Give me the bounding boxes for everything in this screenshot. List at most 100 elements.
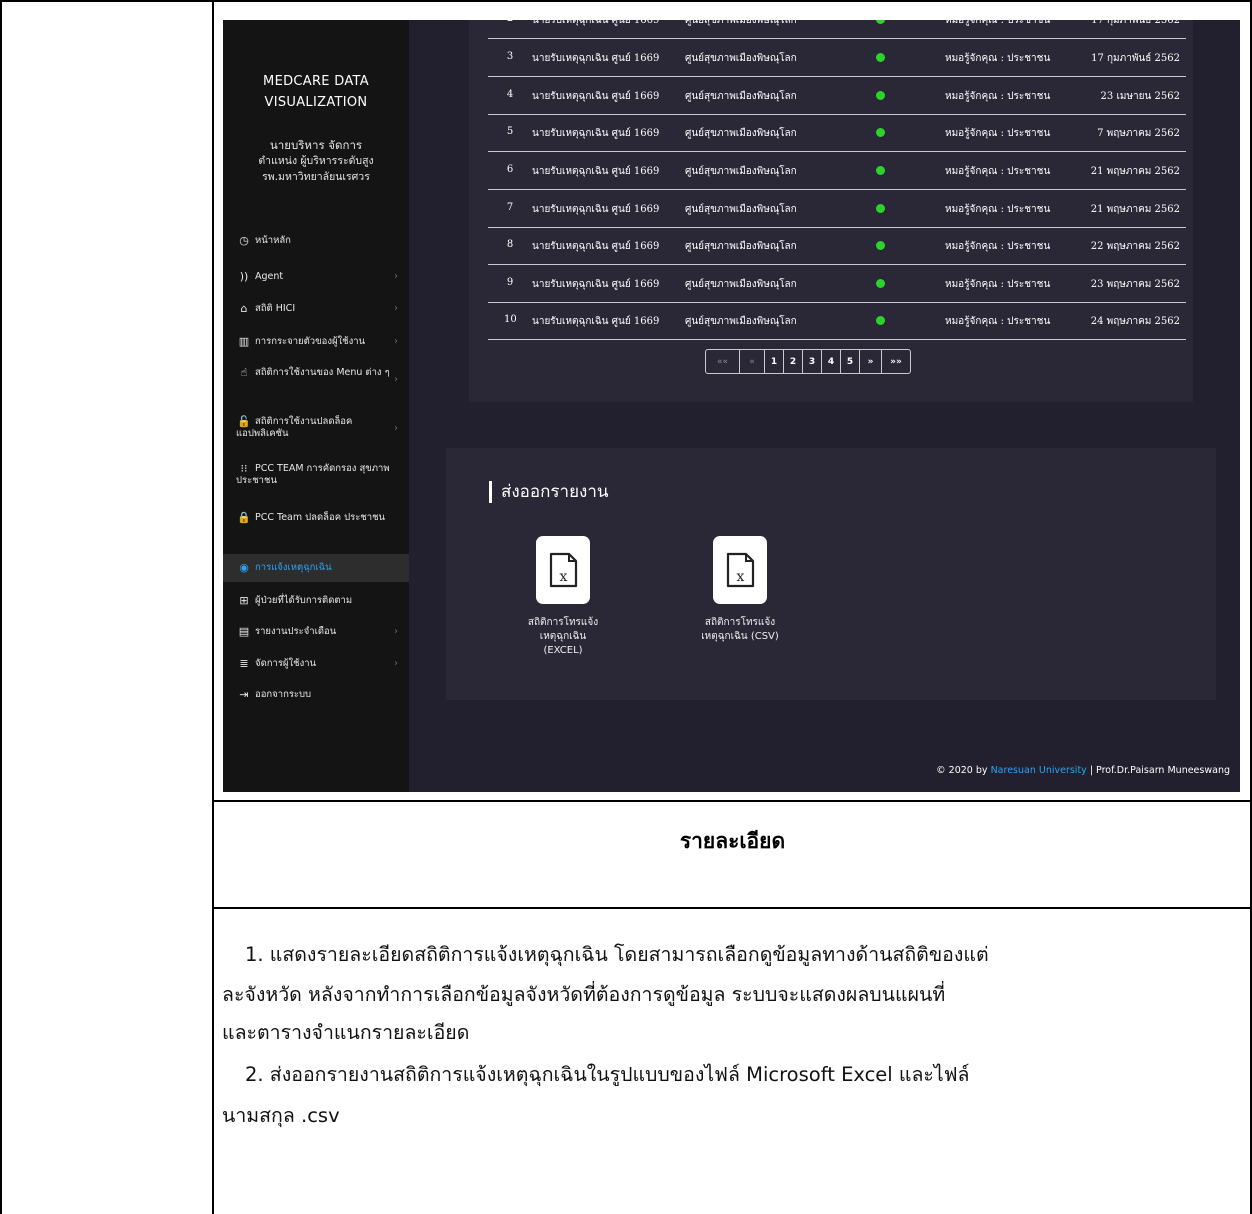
cell-date: 23 เมษายน 2562: [1100, 91, 1180, 102]
cell-date: 7 พฤษภาคม 2562: [1097, 128, 1180, 139]
pagination-first-button[interactable]: ««: [706, 350, 740, 373]
footer-suffix: | Prof.Dr.Paisarn Muneeswang: [1089, 765, 1230, 776]
sidebar-item-home[interactable]: ◷ หน้าหลัก: [223, 235, 409, 251]
chevron-right-icon: ›: [394, 303, 398, 314]
status-dot: [876, 128, 885, 137]
sidebar-item-label: รายงานประจำเดือน: [255, 626, 337, 637]
cell-hospital: ศูนย์สุขภาพเมืองพิษณุโลก: [685, 53, 797, 64]
export-panel: ส่งออกรายงาน x สถิติการโทรแจ้ง เหตุฉุกเฉ…: [446, 448, 1216, 700]
status-dot: [876, 166, 885, 175]
table-row: 7 นายรับเหตุฉุกเฉิน ศูนย์ 1669 ศูนย์สุขภ…: [488, 190, 1186, 228]
sidebar-item-pcc-unlock[interactable]: 🔒 PCC Team ปลดล็อค ประชาชน: [223, 512, 409, 540]
cell-hospital: ศูนย์สุขภาพเมืองพิษณุโลก: [685, 204, 797, 215]
table-row: 10 นายรับเหตุฉุกเฉิน ศูนย์ 1669 ศูนย์สุข…: [488, 302, 1186, 340]
sidebar-item-hici[interactable]: ⌂ สถิติ HICI ›: [223, 303, 409, 319]
status-dot: [876, 279, 885, 288]
table-border-row1: [212, 800, 1252, 802]
cell-no: 7: [506, 202, 514, 213]
sidebar-item-monthly-report[interactable]: ▤ รายงานประจำเดือน ›: [223, 626, 409, 642]
cell-hospital: ศูนย์สุขภาพเมืองพิษณุโลก: [685, 91, 797, 102]
sidebar-item-agent[interactable]: )) Agent ›: [223, 271, 409, 287]
export-excel-line-1: สถิติการโทรแจ้ง: [527, 617, 599, 628]
status-dot: [876, 241, 885, 250]
sidebar-item-label: การแจ้งเหตุฉุกเฉิน: [255, 562, 332, 573]
sidebar-item-label: PCC TEAM การคัดกรอง สุขภาพประชาชน: [236, 463, 390, 486]
brand-logo-text: MEDCARE DATA VISUALIZATION: [223, 71, 409, 113]
pagination-page-button[interactable]: 5: [841, 350, 860, 373]
footer-university-link[interactable]: Naresuan University: [991, 765, 1087, 776]
cell-operator: นายรับเหตุฉุกเฉิน ศูนย์ 1669: [532, 53, 660, 64]
cell-hospital: ศูนย์สุขภาพเมืองพิษณุโลก: [685, 316, 797, 327]
table-row: 5 นายรับเหตุฉุกเฉิน ศูนย์ 1669 ศูนย์สุขภ…: [488, 114, 1186, 152]
sidebar-item-emergency[interactable]: ◉ การแจ้งเหตุฉุกเฉิน: [223, 554, 409, 582]
cell-hospital: ศูนย์สุขภาพเมืองพิษณุโลก: [685, 241, 797, 252]
sidebar-item-pcc-screening[interactable]: ⁝⁝ PCC TEAM การคัดกรอง สุขภาพประชาชน: [223, 463, 409, 491]
cell-hospital: ศูนย์สุขภาพเมืองพิษณุโลก: [685, 166, 797, 177]
chevron-right-icon: ›: [394, 658, 398, 669]
cell-reference: หมอรู้จักคุณ : ประชาชน: [945, 316, 1051, 327]
sidebar-item-menu-stats[interactable]: ☝ สถิติการใช้งานของ Menu ต่าง ๆ ›: [223, 367, 409, 395]
export-excel-line-3: (EXCEL): [543, 645, 583, 656]
sidebar-item-label: สถิติ HICI: [255, 303, 296, 314]
sidebar-item-label: Agent: [255, 271, 284, 282]
brand-line-1: MEDCARE DATA: [263, 74, 369, 89]
dashboard-icon: ◷: [239, 234, 249, 247]
cell-hospital: ศูนย์สุขภาพเมืองพิษณุโลก: [685, 128, 797, 139]
sidebar-item-user-management[interactable]: ≣ จัดการผู้ใช้งาน ›: [223, 658, 409, 674]
sidebar-item-label: PCC Team ปลดล็อค ประชาชน: [255, 512, 386, 523]
pagination: «« « 1 2 3 4 5 » »»: [705, 349, 911, 374]
chevron-right-icon: ›: [394, 626, 398, 637]
cell-reference: หมอรู้จักคุณ : ประชาชน: [945, 53, 1051, 64]
table-row: 6 นายรับเหตุฉุกเฉิน ศูนย์ 1669 ศูนย์สุขภ…: [488, 152, 1186, 190]
cell-hospital: ศูนย์สุขภาพเมืองพิษณุโลก: [685, 279, 797, 290]
pagination-next-button[interactable]: »: [860, 350, 882, 373]
table-row: 9 นายรับเหตุฉุกเฉิน ศูนย์ 1669 ศูนย์สุขภ…: [488, 265, 1186, 303]
sign-out-icon: ⇥: [239, 688, 249, 701]
pagination-page-button[interactable]: 4: [822, 350, 841, 373]
sidebar-item-followed-patients[interactable]: ⊞ ผู้ป่วยที่ได้รับการติดตาม: [223, 595, 409, 611]
brand-line-2: VISUALIZATION: [264, 95, 368, 110]
pagination-last-button[interactable]: »»: [882, 350, 910, 373]
detail-line-4: 2. ส่งออกรายงานสถิติการแจ้งเหตุฉุกเฉินใน…: [245, 1063, 970, 1086]
table-row: 2 นายรับเหตุฉุกเฉิน ศูนย์ 1669 ศูนย์สุขภ…: [488, 20, 1186, 39]
table-border-top: [0, 0, 1252, 2]
home-icon: ⌂: [240, 302, 248, 315]
pagination-page-button[interactable]: 2: [784, 350, 803, 373]
sidebar-item-label: สถิติการใช้งานของ Menu ต่าง ๆ: [255, 367, 390, 378]
cell-date: 23 พฤษภาคม 2562: [1090, 279, 1180, 290]
cell-reference: หมอรู้จักคุณ : ประชาชน: [945, 204, 1051, 215]
cell-date: 17 กุมภาพันธ์ 2562: [1091, 53, 1180, 64]
sidebar-item-logout[interactable]: ⇥ ออกจากระบบ: [223, 689, 409, 705]
cell-reference: หมอรู้จักคุณ : ประชาชน: [945, 166, 1051, 177]
chevron-right-icon: ›: [394, 271, 398, 282]
cell-operator: นายรับเหตุฉุกเฉิน ศูนย์ 1669: [532, 91, 660, 102]
broadcast-icon: ◉: [239, 561, 249, 574]
sidebar-item-user-distribution[interactable]: ▥ การกระจายตัวของผู้ใช้งาน ›: [223, 336, 409, 352]
detail-line-5: นามสกุล .csv: [222, 1104, 340, 1127]
status-dot: [876, 91, 885, 100]
export-excel-label: สถิติการโทรแจ้ง เหตุฉุกเฉิน (EXCEL): [493, 616, 633, 658]
cell-no: 8: [506, 239, 514, 250]
cell-reference: หมอรู้จักคุณ : ประชาชน: [945, 128, 1051, 139]
cell-date: 17 กุมภาพันธ์ 2562: [1091, 20, 1180, 26]
pagination-page-button[interactable]: 3: [803, 350, 822, 373]
cell-no: 9: [506, 277, 514, 288]
export-csv-line-2: เหตุฉุกเฉิน (CSV): [701, 631, 779, 642]
cell-operator: นายรับเหตุฉุกเฉิน ศูนย์ 1669: [532, 20, 660, 26]
status-dot: [876, 53, 885, 62]
cell-no: 5: [506, 126, 514, 137]
user-org: รพ.มหาวิทยาลัยนเรศวร: [262, 171, 370, 183]
cell-operator: นายรับเหตุฉุกเฉิน ศูนย์ 1669: [532, 279, 660, 290]
sidebar-item-unlock-stats[interactable]: 🔓 สถิติการใช้งานปลดล็อค แอปพลิเคชัน ›: [223, 416, 409, 444]
pagination-page-button[interactable]: 1: [765, 350, 784, 373]
first-aid-icon: ⊞: [239, 594, 249, 607]
chevron-right-icon: ›: [394, 336, 398, 347]
status-dot: [876, 20, 885, 24]
export-csv-button[interactable]: x: [713, 536, 767, 604]
map-icon: ▥: [238, 335, 250, 348]
export-excel-button[interactable]: x: [536, 536, 590, 604]
pagination-prev-button[interactable]: «: [740, 350, 765, 373]
export-csv-line-1: สถิติการโทรแจ้ง: [704, 617, 776, 628]
cell-no: 2: [504, 20, 516, 24]
sidebar: MEDCARE DATA VISUALIZATION นายบริหาร จัด…: [223, 20, 409, 792]
